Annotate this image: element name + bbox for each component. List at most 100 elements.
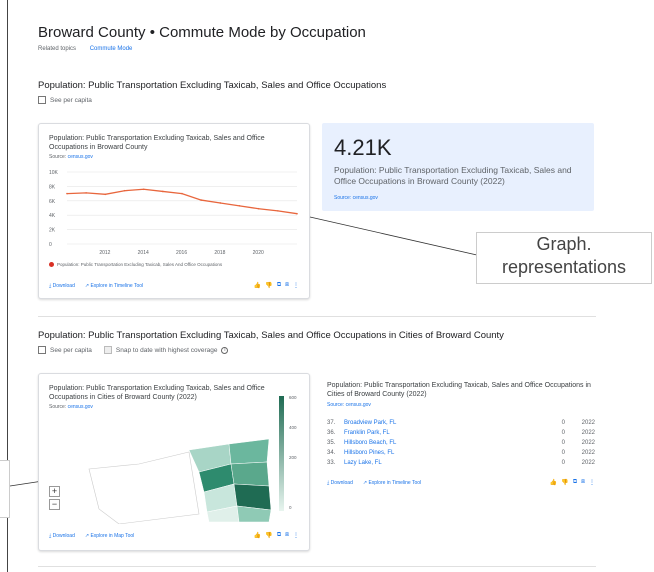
per-capita-label: See per capita — [50, 96, 92, 104]
per-capita-label-2: See per capita — [50, 346, 92, 354]
map-card: Population: Public Transportation Exclud… — [38, 373, 310, 551]
left-callout — [0, 460, 10, 518]
zoom-out-button[interactable]: − — [49, 499, 60, 510]
section-divider — [38, 316, 596, 317]
download-button-2[interactable]: ⤓ Download — [49, 533, 75, 539]
section1-per-capita[interactable]: See per capita — [38, 96, 92, 104]
data-point[interactable] — [104, 193, 107, 196]
ranking-source[interactable]: Source: census.gov — [327, 402, 371, 408]
map-card-source: Source: census.gov — [49, 404, 93, 410]
section2-title: Population: Public Transportation Exclud… — [38, 330, 504, 341]
legend-label: Population: Public Transportation Exclud… — [57, 262, 223, 267]
explore-timeline-button-2[interactable]: ↗ Explore in Timeline Tool — [363, 480, 421, 486]
more-icon[interactable]: ⋮ — [293, 532, 299, 539]
page-title: Broward County • Commute Mode by Occupat… — [38, 24, 366, 41]
chart-card-source: Source: census.gov — [49, 154, 93, 160]
chart-card-footer: ⤓ Download ↗ Explore in Timeline Tool 👍 … — [49, 282, 299, 289]
highlight-source[interactable]: Source: census.gov — [334, 195, 378, 201]
table-row: 35. Hillsboro Beach, FL 0 2022 — [327, 440, 595, 446]
data-point[interactable] — [85, 192, 87, 194]
map-legend-bar — [279, 396, 284, 511]
download-button-3[interactable]: ⤓ Download — [327, 480, 353, 486]
thumbs-up-icon[interactable]: 👍 — [550, 479, 557, 486]
line-chart-card: Population: Public Transportation Exclud… — [38, 123, 310, 299]
source-link-2[interactable]: census.gov — [68, 404, 93, 410]
data-point[interactable] — [123, 189, 126, 192]
explore-timeline-button[interactable]: ↗ Explore in Timeline Tool — [85, 283, 143, 289]
y-tick-label: 2K — [49, 228, 56, 234]
map-card-footer: ⤓ Download ↗ Explore in Map Tool 👍 👎 ⧉ ⧈… — [49, 532, 299, 539]
data-point[interactable] — [238, 205, 241, 207]
more-icon[interactable]: ⋮ — [293, 282, 299, 289]
ranking-table: 37. Broadview Park, FL 0 2022 36. Franklin P… — [327, 418, 595, 468]
data-point[interactable] — [257, 207, 260, 210]
thumbs-down-icon[interactable]: 👎 — [265, 282, 272, 289]
embed-icon[interactable]: ⧈ — [285, 532, 289, 539]
share-icon[interactable]: ⧉ — [573, 479, 577, 486]
choropleth-map[interactable] — [79, 414, 309, 524]
legend-dot-icon — [49, 262, 54, 267]
explore-map-button[interactable]: ↗ Explore in Map Tool — [85, 533, 134, 539]
data-point[interactable] — [162, 190, 164, 193]
thumbs-down-icon[interactable]: 👎 — [265, 532, 272, 539]
city-link[interactable]: Hillsboro Beach, FL — [344, 440, 525, 446]
graph-callout: Graph. representations — [476, 232, 652, 284]
map-legend-ticks: 600 400 200 0 — [289, 395, 297, 510]
city-link[interactable]: Lazy Lake, FL — [344, 460, 525, 466]
feedback-icons-2: 👍 👎 ⧉ ⧈ ⋮ — [254, 532, 299, 539]
source-link[interactable]: census.gov — [68, 154, 93, 160]
per-capita-checkbox-2[interactable] — [38, 346, 46, 354]
data-point[interactable] — [181, 192, 183, 195]
x-tick-label: 2016 — [176, 250, 187, 256]
chart-card-title: Population: Public Transportation Exclud… — [49, 135, 265, 151]
thumbs-up-icon[interactable]: 👍 — [254, 282, 261, 289]
city-link[interactable]: Broadview Park, FL — [344, 420, 525, 426]
share-icon[interactable]: ⧉ — [277, 282, 281, 289]
table-row: 37. Broadview Park, FL 0 2022 — [327, 420, 595, 426]
data-point[interactable] — [219, 202, 222, 204]
data-point[interactable] — [142, 188, 145, 191]
related-label: Related topics — [38, 46, 77, 52]
table-row: 34. Hillsboro Pines, FL 0 2022 — [327, 450, 595, 456]
per-capita-checkbox[interactable] — [38, 96, 46, 104]
snap-date-checkbox[interactable] — [103, 346, 112, 354]
ranking-title: Population: Public Transportation Exclud… — [327, 382, 591, 398]
ranking-footer: ⤓ Download ↗ Explore in Timeline Tool 👍 … — [327, 479, 595, 486]
x-tick-label: 2014 — [138, 250, 149, 256]
download-button[interactable]: ⤓ Download — [49, 283, 75, 289]
data-point[interactable] — [296, 212, 298, 215]
section-divider-2 — [38, 566, 596, 567]
map-card-title: Population: Public Transportation Exclud… — [49, 385, 265, 401]
feedback-icons-3: 👍 👎 ⧉ ⧈ ⋮ — [550, 479, 595, 486]
feedback-icons: 👍 👎 ⧉ ⧈ ⋮ — [254, 282, 299, 289]
x-tick-label: 2012 — [99, 250, 110, 256]
y-tick-label: 6K — [49, 199, 56, 205]
share-icon[interactable]: ⧉ — [277, 532, 281, 539]
city-link[interactable]: Hillsboro Pines, FL — [344, 450, 525, 456]
data-point[interactable] — [277, 210, 279, 212]
embed-icon[interactable]: ⧈ — [285, 282, 289, 289]
highlight-description: Population: Public Transportation Exclud… — [334, 165, 572, 186]
city-link[interactable]: Franklin Park, FL — [344, 430, 525, 436]
line-chart: 10K 8K 6K 4K 2K 0 2012 2014 2016 2018 2020 — [49, 170, 298, 256]
y-tick-label: 10K — [49, 170, 59, 176]
chart-legend: Population: Public Transportation Exclud… — [49, 262, 222, 267]
thumbs-up-icon[interactable]: 👍 — [254, 532, 261, 539]
x-tick-label: 2020 — [253, 250, 264, 256]
related-link-commute-mode[interactable]: Commute Mode — [90, 46, 133, 52]
data-point[interactable] — [66, 192, 68, 195]
info-icon[interactable]: i — [221, 346, 229, 354]
highlight-card: 4.21K Population: Public Transportation … — [322, 123, 594, 211]
highlight-value: 4.21K — [334, 135, 392, 160]
related-topics: Related topics Commute Mode — [38, 46, 132, 52]
thumbs-down-icon[interactable]: 👎 — [561, 479, 568, 486]
snap-date-label: Snap to date with highest coverage — [115, 346, 218, 354]
y-tick-label: 8K — [49, 184, 56, 190]
section2-options: See per capita Snap to date with highest… — [38, 346, 229, 354]
x-tick-label: 2018 — [214, 250, 225, 256]
embed-icon[interactable]: ⧈ — [581, 479, 585, 486]
y-tick-label: 0 — [49, 242, 52, 248]
more-icon[interactable]: ⋮ — [589, 479, 595, 486]
zoom-in-button[interactable]: + — [49, 486, 60, 497]
data-point[interactable] — [200, 199, 202, 201]
